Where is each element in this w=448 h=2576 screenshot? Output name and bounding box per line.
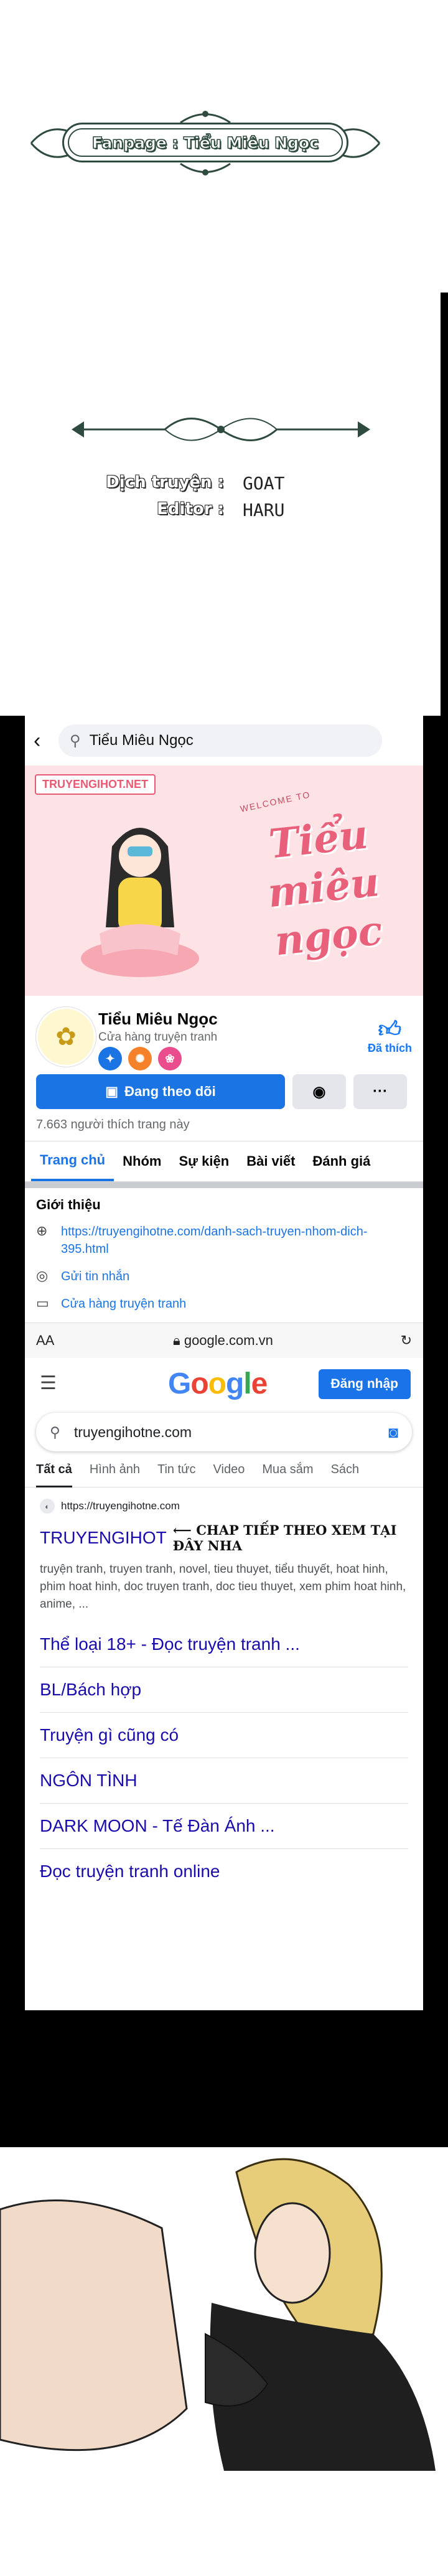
messenger-button[interactable]: ◉ (292, 1074, 346, 1109)
page-tabs: Trang chủ Nhóm Sự kiện Bài viết Đánh giá (25, 1141, 423, 1182)
facebook-search[interactable]: ⚲ Tiểu Miêu Ngọc (58, 724, 382, 757)
more-icon: ··· (373, 1083, 388, 1100)
search-icon: ⚲ (50, 1423, 60, 1440)
intro-title: Giới thiệu (36, 1197, 101, 1212)
intro-link[interactable]: https://truyengihotne.com/danh-sach-truy… (61, 1223, 397, 1258)
browser-address-bar: AA 🔒︎ google.com.vn ↻ (25, 1323, 423, 1358)
fanpage-label: Fanpage : Tiểu Miêu Ngọc (91, 133, 319, 152)
messenger-icon: ◉ (312, 1083, 326, 1100)
liked-button[interactable]: 👍︎ Đã thích (368, 1017, 412, 1055)
badge-icon[interactable]: ❀ (158, 1047, 182, 1070)
google-header: ☰ Google Đăng nhập (25, 1358, 423, 1408)
more-button[interactable]: ··· (353, 1074, 407, 1109)
page-name: Tiểu Miêu Ngọc (98, 1009, 218, 1028)
text-size-button[interactable]: AA (36, 1332, 173, 1349)
badges: ✦ ✺ ❀ (98, 1047, 182, 1070)
cover-girl-illustration (81, 828, 199, 977)
badge-icon[interactable]: ✺ (128, 1047, 152, 1070)
divider-ornament-icon (72, 418, 370, 441)
intro-website: ⊕ https://truyengihotne.com/danh-sach-tr… (36, 1223, 412, 1258)
phone-screen: ‹ ⚲ Tiểu Miêu Ngọc TRUYENGIHOT.NET WELCO… (25, 716, 423, 2010)
page-profile: ✿ Tiểu Miêu Ngọc Cửa hàng truyện tranh ✦… (25, 996, 423, 1070)
category-icon: ▭ (36, 1295, 49, 1311)
cover-welcome: WELCOME TO (239, 789, 312, 814)
messenger-icon: ◎ (36, 1268, 49, 1283)
credit-value: HARU (243, 500, 285, 520)
sitelink[interactable]: NGÔN TÌNH (40, 1758, 408, 1804)
sitelink[interactable]: BL/Bách hợp (40, 1667, 408, 1713)
page-category: Cửa hàng truyện tranh (98, 1031, 218, 1044)
search-result: ◐ https://truyengihotne.com TRUYENGIHOT … (25, 1487, 423, 1613)
likes-count: 7.663 người thích trang này (36, 1118, 190, 1131)
reload-icon[interactable]: ↻ (393, 1332, 412, 1349)
comic-panel (0, 2147, 448, 2576)
tab-all[interactable]: Tất cả (36, 1463, 72, 1487)
search-icon: ⚲ (70, 732, 81, 749)
cover-logo: TRUYENGIHOT.NET (35, 774, 156, 795)
tab-images[interactable]: Hình ảnh (90, 1463, 140, 1487)
action-row: ▣ Đang theo dõi ◉ ··· (25, 1074, 423, 1109)
intro-category-link[interactable]: Cửa hàng truyện tranh (61, 1295, 397, 1313)
intro-category: ▭ Cửa hàng truyện tranh (36, 1295, 412, 1313)
sitelink[interactable]: Thể loại 18+ - Đọc truyện tranh ... (40, 1622, 408, 1667)
sitelink[interactable]: Đọc truyện tranh online (40, 1849, 408, 1894)
google-tabs: Tất cả Hình ảnh Tin tức Video Mua sắm Sá… (25, 1456, 423, 1487)
intro-section: Giới thiệu ⊕ https://truyengihotne.com/d… (25, 1188, 423, 1313)
signin-button[interactable]: Đăng nhập (318, 1369, 411, 1399)
lens-icon[interactable]: ◙ (388, 1423, 398, 1442)
url-field[interactable]: 🔒︎ google.com.vn (173, 1332, 393, 1349)
tab-news[interactable]: Tin tức (157, 1463, 196, 1487)
comic-illustration (0, 2147, 448, 2576)
credit-key: Editor : (157, 500, 224, 518)
facebook-topbar: ‹ ⚲ Tiểu Miêu Ngọc (25, 716, 423, 766)
tab-events[interactable]: Sự kiện (170, 1141, 238, 1181)
credits: Dịch truyện : GOAT Editor : HARU (81, 473, 342, 527)
result-description: truyện tranh, truyen tranh, novel, tieu … (40, 1563, 406, 1611)
tab-shopping[interactable]: Mua sắm (262, 1463, 313, 1487)
result-source[interactable]: ◐ https://truyengihotne.com (40, 1499, 408, 1514)
follow-label: Đang theo dõi (124, 1084, 216, 1099)
cover-photo: TRUYENGIHOT.NET WELCOME TO Tiểu miêu ngọ… (25, 766, 423, 996)
sitelink[interactable]: Truyện gì cũng có (40, 1713, 408, 1758)
tab-posts[interactable]: Bài viết (238, 1141, 304, 1181)
google-search-input[interactable]: ⚲ truyengihotne.com ◙ (36, 1413, 412, 1451)
result-annotation: ⟵ CHAP TIẾP THEO XEM TẠI ĐÂY NHA (172, 1522, 397, 1553)
divider (25, 1182, 423, 1188)
black-bar (441, 293, 448, 716)
credit-key: Dịch truyện : (106, 473, 224, 492)
cover-title: Tiểu miêu ngọc (265, 811, 385, 965)
url-text: google.com.vn (184, 1332, 273, 1348)
intro-message: ◎ Gửi tin nhắn (36, 1268, 412, 1285)
badge-icon[interactable]: ✦ (98, 1047, 122, 1070)
follow-button[interactable]: ▣ Đang theo dõi (36, 1074, 285, 1109)
thumb-up-icon: 👍︎ (378, 1016, 402, 1042)
globe-icon: ⊕ (36, 1223, 48, 1239)
credit-editor: Editor : HARU (81, 500, 342, 520)
tab-groups[interactable]: Nhóm (114, 1141, 170, 1181)
credit-value: GOAT (243, 473, 285, 494)
search-query: truyengihotne.com (73, 1423, 192, 1440)
favicon-icon: ◐ (40, 1499, 55, 1514)
sitelink[interactable]: DARK MOON - Tế Đàn Ánh ... (40, 1804, 408, 1849)
facebook-search-text: Tiểu Miêu Ngọc (89, 732, 194, 749)
result-title-row: TRUYENGIHOT ⟵ CHAP TIẾP THEO XEM TẠI ĐÂY… (40, 1522, 408, 1553)
result-url: https://truyengihotne.com (61, 1500, 180, 1512)
liked-label: Đã thích (367, 1042, 412, 1054)
phone-screenshot: ‹ ⚲ Tiểu Miêu Ngọc TRUYENGIHOT.NET WELCO… (0, 716, 448, 2147)
menu-icon[interactable]: ☰ (40, 1372, 57, 1394)
google-logo: Google (168, 1367, 268, 1400)
intro-message-link[interactable]: Gửi tin nhắn (61, 1268, 397, 1285)
avatar[interactable]: ✿ (36, 1007, 96, 1067)
back-arrow-icon[interactable]: ‹ (34, 729, 58, 753)
tab-books[interactable]: Sách (331, 1463, 360, 1487)
tab-video[interactable]: Video (213, 1463, 245, 1487)
tab-home[interactable]: Trang chủ (31, 1141, 114, 1181)
fanpage-pill: Fanpage : Tiểu Miêu Ngọc (62, 123, 348, 162)
result-title[interactable]: TRUYENGIHOT (40, 1528, 167, 1548)
tab-reviews[interactable]: Đánh giá (304, 1141, 379, 1181)
credit-translator: Dịch truyện : GOAT (81, 473, 342, 494)
fanpage-banner: Fanpage : Tiểu Miêu Ngọc (25, 109, 386, 177)
follow-icon: ▣ (105, 1084, 119, 1099)
